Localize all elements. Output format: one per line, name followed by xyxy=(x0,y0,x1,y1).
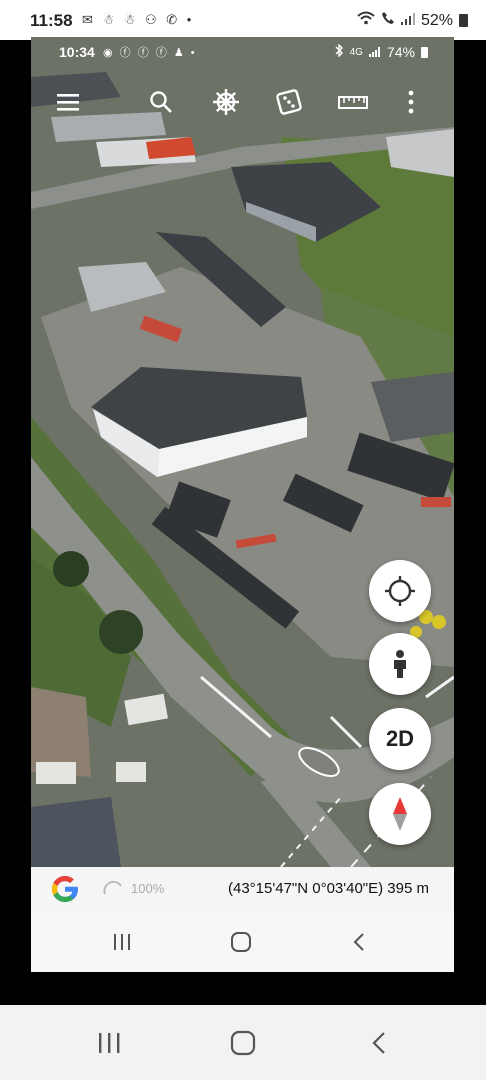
back-icon xyxy=(353,933,364,951)
view-mode-button[interactable]: 2D xyxy=(369,708,431,770)
inner-status-bar: 10:34 ◉ ⓕ ⓕ ⓕ ♟ • 4G 74% xyxy=(31,37,454,67)
inner-signal-icon xyxy=(368,44,381,60)
pegman-icon xyxy=(394,650,406,678)
more-options-button[interactable] xyxy=(400,87,422,117)
outer-clock: 11:58 xyxy=(30,11,73,30)
outer-recents-button[interactable] xyxy=(94,1029,124,1057)
battery-percent: 52% xyxy=(420,11,453,29)
crosshair-icon xyxy=(385,576,415,606)
outer-status-bar: 11:58 ✉ ☃ ☃ ⚇ ✆ • 52% xyxy=(0,0,486,40)
zoom-level: 100% xyxy=(131,881,165,896)
inner-clock: 10:34 xyxy=(59,44,95,60)
menu-button[interactable] xyxy=(51,87,85,117)
search-icon xyxy=(150,91,172,113)
home-icon xyxy=(231,932,251,952)
network-type: 4G xyxy=(349,46,363,58)
recents-icon xyxy=(99,1033,120,1053)
inner-notification-icons: ◉ ⓕ ⓕ ⓕ ♟ • xyxy=(103,47,197,59)
inner-home-button[interactable] xyxy=(228,929,254,955)
inner-back-button[interactable] xyxy=(347,929,371,955)
recorded-screen: 10:34 ◉ ⓕ ⓕ ⓕ ♟ • 4G 74% 2D 100% (43°15'… xyxy=(31,37,454,972)
inner-recents-button[interactable] xyxy=(109,930,135,954)
my-location-button[interactable] xyxy=(369,560,431,622)
search-button[interactable] xyxy=(144,87,178,117)
dice-icon xyxy=(276,89,302,115)
measure-button[interactable] xyxy=(336,87,370,117)
battery-icon xyxy=(459,14,468,27)
signal-icon xyxy=(400,13,415,28)
compass-icon xyxy=(393,797,407,831)
call-icon xyxy=(381,11,395,30)
inner-battery-icon xyxy=(421,46,428,58)
voyager-wheel-icon xyxy=(213,89,239,115)
street-view-button[interactable] xyxy=(369,633,431,695)
voyager-button[interactable] xyxy=(209,87,243,117)
ruler-icon xyxy=(338,96,368,109)
outer-back-button[interactable] xyxy=(366,1028,392,1058)
coordinates-readout: (43°15'47"N 0°03'40"E) 395 m xyxy=(228,880,429,897)
map-info-strip: 100% (43°15'47"N 0°03'40"E) 395 m xyxy=(31,867,454,912)
more-icon xyxy=(408,90,414,114)
google-logo xyxy=(49,873,81,913)
loading-spinner-icon xyxy=(101,878,125,907)
view-mode-label: 2D xyxy=(385,726,415,751)
feeling-lucky-button[interactable] xyxy=(272,87,306,117)
menu-icon xyxy=(57,94,79,111)
back-icon xyxy=(372,1032,385,1054)
recents-icon xyxy=(114,934,130,950)
outer-notification-icons: ✉ ☃ ☃ ⚇ ✆ • xyxy=(82,12,195,27)
wifi-icon xyxy=(357,11,375,30)
bluetooth-icon xyxy=(334,43,344,60)
compass-button[interactable] xyxy=(369,783,431,845)
inner-battery-percent: 74% xyxy=(386,44,415,60)
outer-home-button[interactable] xyxy=(228,1028,258,1058)
outer-nav-bar xyxy=(0,1005,486,1080)
home-icon xyxy=(230,1030,256,1056)
inner-nav-bar xyxy=(31,912,454,972)
